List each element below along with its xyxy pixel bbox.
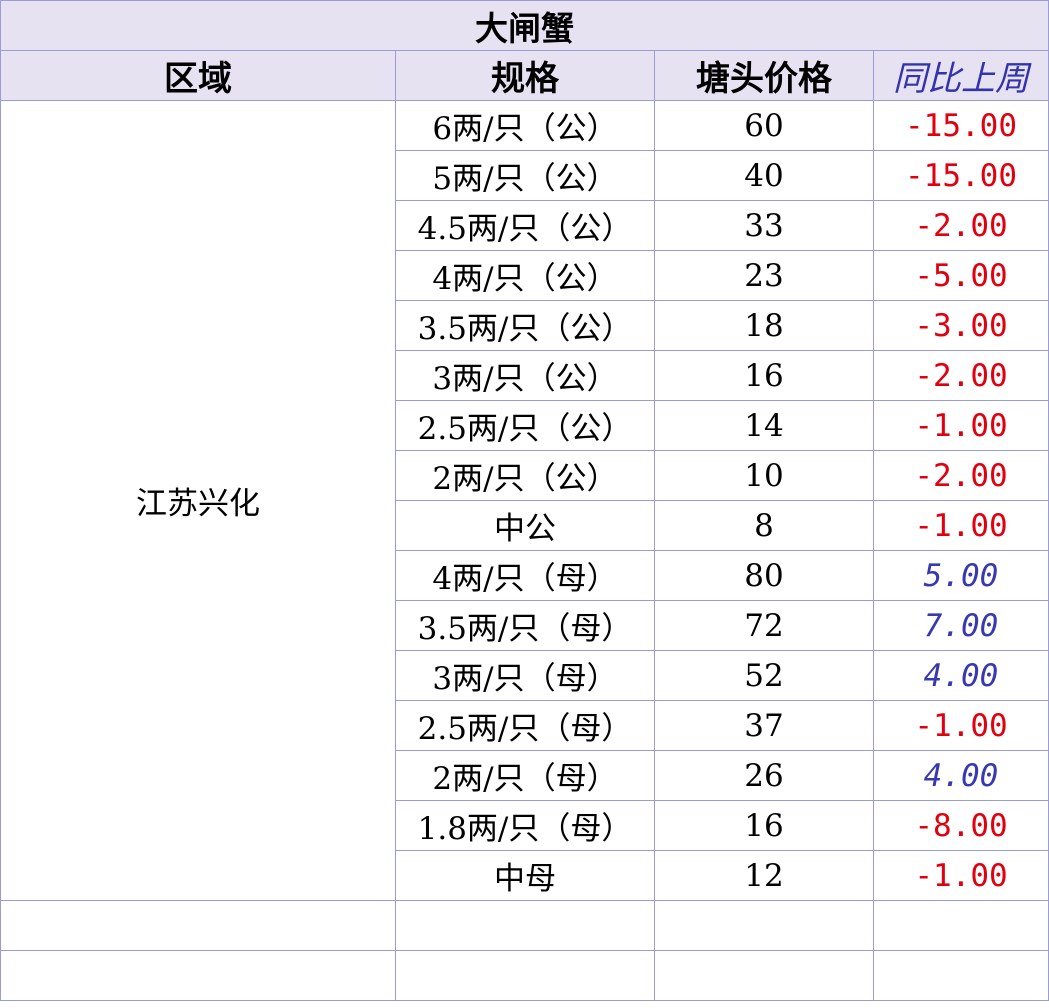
spec-cell: 3两/只（公） (395, 350, 655, 401)
spec-cell: 4.5两/只（公） (395, 200, 655, 251)
change-cell: -3.00 (873, 300, 1049, 351)
change-cell: -2.00 (873, 450, 1049, 501)
price-cell: 26 (654, 750, 874, 801)
change-cell: -1.00 (873, 850, 1049, 901)
spec-cell: 3两/只（母） (395, 650, 655, 701)
spec-cell: 2两/只（母） (395, 750, 655, 801)
empty-cell (0, 900, 396, 951)
spec-cell: 6两/只（公） (395, 100, 655, 151)
title-row: 大闸蟹 (0, 0, 1049, 51)
spec-cell: 4两/只（母） (395, 550, 655, 601)
table-row: 江苏兴化 6两/只（公） 60 -15.00 (0, 100, 1049, 901)
spec-cell: 3.5两/只（母） (395, 600, 655, 651)
table-title: 大闸蟹 (0, 0, 1049, 51)
change-cell: -2.00 (873, 200, 1049, 251)
change-cell: -15.00 (873, 100, 1049, 151)
price-cell: 14 (654, 400, 874, 451)
change-cell: -15.00 (873, 150, 1049, 201)
change-cell: 5.00 (873, 550, 1049, 601)
price-cell: 52 (654, 650, 874, 701)
price-cell: 16 (654, 350, 874, 401)
empty-row (0, 950, 1049, 1001)
empty-cell (654, 950, 874, 1001)
price-cell: 37 (654, 700, 874, 751)
price-cell: 33 (654, 200, 874, 251)
spec-cell: 4两/只（公） (395, 250, 655, 301)
price-cell: 40 (654, 150, 874, 201)
empty-cell (395, 900, 655, 951)
price-cell: 72 (654, 600, 874, 651)
spec-cell: 中公 (395, 500, 655, 551)
price-cell: 12 (654, 850, 874, 901)
spec-cell: 3.5两/只（公） (395, 300, 655, 351)
empty-cell (873, 900, 1049, 951)
change-cell: 4.00 (873, 650, 1049, 701)
spec-cell: 1.8两/只（母） (395, 800, 655, 851)
spec-cell: 2.5两/只（母） (395, 700, 655, 751)
change-cell: -1.00 (873, 700, 1049, 751)
spec-cell: 2两/只（公） (395, 450, 655, 501)
header-row: 区域 规格 塘头价格 同比上周 (0, 50, 1049, 101)
change-cell: -2.00 (873, 350, 1049, 401)
empty-row (0, 900, 1049, 951)
change-cell: 7.00 (873, 600, 1049, 651)
change-cell: -8.00 (873, 800, 1049, 851)
price-cell: 80 (654, 550, 874, 601)
price-cell: 16 (654, 800, 874, 851)
price-cell: 60 (654, 100, 874, 151)
spec-cell: 中母 (395, 850, 655, 901)
spec-cell: 5两/只（公） (395, 150, 655, 201)
header-price: 塘头价格 (654, 50, 874, 101)
price-table: 大闸蟹 区域 规格 塘头价格 同比上周 江苏兴化 6两/只（公） 60 -15.00 5… (0, 0, 1049, 1001)
header-spec: 规格 (395, 50, 655, 101)
empty-cell (395, 950, 655, 1001)
empty-cell (0, 950, 396, 1001)
price-cell: 23 (654, 250, 874, 301)
header-change: 同比上周 (873, 50, 1049, 101)
region-cell: 江苏兴化 (0, 100, 396, 901)
price-cell: 10 (654, 450, 874, 501)
price-cell: 8 (654, 500, 874, 551)
change-cell: 4.00 (873, 750, 1049, 801)
empty-cell (654, 900, 874, 951)
change-cell: -5.00 (873, 250, 1049, 301)
change-cell: -1.00 (873, 400, 1049, 451)
empty-cell (873, 950, 1049, 1001)
table-body: 大闸蟹 区域 规格 塘头价格 同比上周 江苏兴化 6两/只（公） 60 -15.00 5… (0, 0, 1049, 1001)
change-cell: -1.00 (873, 500, 1049, 551)
header-region: 区域 (0, 50, 396, 101)
spec-cell: 2.5两/只（公） (395, 400, 655, 451)
price-cell: 18 (654, 300, 874, 351)
